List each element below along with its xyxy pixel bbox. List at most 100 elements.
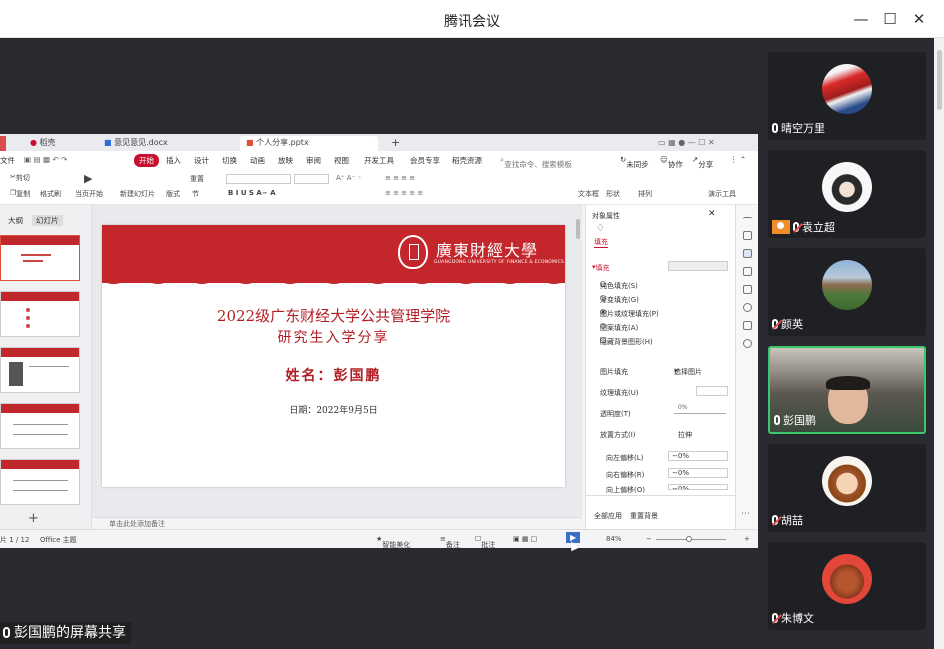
menu-animation[interactable]: 动画: [250, 155, 265, 166]
tab-fill[interactable]: 填充: [594, 237, 608, 248]
notes-placeholder[interactable]: 单击此处添加备注: [92, 517, 582, 529]
font-grow-icons[interactable]: A⁺ A⁻ ◦: [336, 174, 362, 182]
notes-toggle-label: 备注: [445, 541, 460, 548]
command-search[interactable]: ⌕ 查找命令、搜索模板: [500, 155, 572, 169]
picture-fill-select[interactable]: 选择图片 ▾: [674, 367, 702, 376]
reset-background-button[interactable]: 重置背景: [630, 511, 658, 521]
font-size-select[interactable]: [294, 174, 329, 184]
view-mode-icons[interactable]: ▣ ▦ □: [513, 535, 537, 543]
offset-right-stepper[interactable]: − 0%: [668, 468, 728, 478]
texture-select[interactable]: [696, 386, 728, 396]
align-icons[interactable]: ≡ ≡ ≡ ≡ ≡: [385, 189, 423, 197]
transparency-slider[interactable]: [674, 413, 726, 414]
more-icon[interactable]: ⋯: [741, 509, 750, 519]
menu-file[interactable]: 文件: [0, 155, 15, 166]
add-slide-icon[interactable]: +: [28, 511, 39, 526]
zoom-level: 84%: [606, 535, 622, 543]
menu-review[interactable]: 审阅: [306, 155, 321, 166]
menu-view[interactable]: 视图: [334, 155, 349, 166]
properties-icon[interactable]: [743, 249, 752, 258]
collab-button[interactable]: ☺ 协作: [660, 155, 683, 169]
offset-left-stepper[interactable]: − 0%: [668, 451, 728, 461]
participant-scrollbar[interactable]: [934, 38, 944, 649]
offset-left-value: 0%: [677, 452, 689, 460]
animation-icon[interactable]: [743, 267, 752, 276]
cut-button[interactable]: ✂ 剪切: [10, 173, 30, 182]
share-button[interactable]: ↗ 分享: [692, 155, 713, 169]
current-slide[interactable]: 廣東財經大學 GUANGDONG UNIVERSITY OF FINANCE &…: [102, 225, 565, 487]
meeting-window: 腾讯会议 — ☐ ✕ ● 稻壳 ■ 意见意见.docx ■ 个人分享.pptx …: [0, 0, 944, 649]
tab-docer[interactable]: ● 稻壳: [24, 136, 62, 151]
participant-name-text: 朱博文: [781, 612, 814, 625]
university-seal-icon: [398, 235, 428, 269]
slide-thumbnail[interactable]: [0, 235, 80, 281]
maximize-icon[interactable]: ☐: [879, 8, 901, 30]
copy-label: 复制: [16, 190, 31, 198]
slide-thumbnail[interactable]: [0, 347, 80, 393]
pane-close-icon[interactable]: ✕: [708, 209, 716, 219]
pane-menu-icon[interactable]: [743, 217, 752, 226]
transition-icon[interactable]: [743, 285, 752, 294]
offset-up-stepper[interactable]: − 0%: [668, 484, 728, 490]
backup-icon[interactable]: [743, 321, 752, 330]
participant-card[interactable]: 袁立超: [768, 150, 926, 238]
help-icon[interactable]: [743, 303, 752, 312]
picture-fill-label: 图片填充: [600, 368, 628, 376]
menu-start[interactable]: 开始: [134, 154, 159, 167]
menu-transition[interactable]: 切换: [222, 155, 237, 166]
tab-label: 个人分享.pptx: [256, 138, 309, 147]
unsynced-button[interactable]: ↻ 未同步: [620, 155, 649, 169]
offset-up-value: 0%: [677, 485, 689, 490]
participant-card-active[interactable]: 彭国鹏: [768, 346, 926, 434]
fill-bucket-icon[interactable]: ♢: [596, 223, 605, 234]
menu-docer-resources[interactable]: 稻壳资源: [452, 155, 482, 166]
tab-doc[interactable]: ■ 意见意见.docx: [98, 136, 174, 151]
tab-outline[interactable]: 大纲: [8, 215, 23, 226]
scrollbar-thumb[interactable]: [937, 50, 942, 110]
menu-design[interactable]: 设计: [194, 155, 209, 166]
fill-color-select[interactable]: [668, 261, 728, 271]
participant-name: 胡喆: [772, 514, 803, 528]
format-painter-label: 格式刷: [40, 190, 61, 198]
notes-toggle-button[interactable]: ≡ 备注: [440, 535, 460, 548]
menu-dev-tools[interactable]: 开发工具: [364, 155, 394, 166]
slide-thumbnail[interactable]: [0, 403, 80, 449]
host-icon: [772, 220, 790, 234]
avatar: [822, 554, 872, 604]
participant-card[interactable]: 胡喆: [768, 444, 926, 532]
object-properties-pane: 对象属性 ✕ ♢ 填充 ▾ 填充 纯色填充(S) 渐变填充(G) 图片或纹理填充…: [585, 205, 736, 529]
participant-card[interactable]: 朱博文: [768, 542, 926, 630]
apply-all-button[interactable]: 全部应用: [594, 511, 622, 521]
paragraph-icons[interactable]: ≡ ≡ ≡ ≡: [385, 174, 415, 182]
copy-button[interactable]: ❐ 复制: [10, 189, 30, 198]
text-format-icons[interactable]: B I U S A− A: [228, 189, 276, 197]
more-icons[interactable]: ⋮ ⌃: [730, 155, 746, 164]
slide-thumbnail[interactable]: [0, 291, 80, 337]
participant-name: 颜英: [772, 318, 803, 332]
shared-wps-window: ● 稻壳 ■ 意见意见.docx ■ 个人分享.pptx + ▭ ▦ ● — ☐…: [0, 134, 758, 548]
participant-card[interactable]: 晴空万里: [768, 52, 926, 140]
zoom-slider-handle[interactable]: [686, 536, 692, 542]
participant-card[interactable]: 颜英: [768, 248, 926, 336]
close-icon[interactable]: ✕: [908, 8, 930, 30]
tab-slides[interactable]: 幻灯片: [32, 215, 63, 226]
vertical-scrollbar[interactable]: [576, 219, 580, 239]
smart-beautify-button[interactable]: ★ 智能美化: [376, 535, 410, 548]
shape-label: 形状: [606, 190, 620, 198]
menu-insert[interactable]: 插入: [166, 155, 181, 166]
settings-icon[interactable]: [743, 339, 752, 348]
style-icon[interactable]: [743, 231, 752, 240]
fill-section-header[interactable]: ▾ 填充: [592, 263, 610, 272]
menu-member[interactable]: 会员专享: [410, 155, 440, 166]
slide-thumbnail[interactable]: [0, 459, 80, 505]
new-tab-icon[interactable]: +: [385, 136, 406, 151]
tab-pptx[interactable]: ■ 个人分享.pptx: [240, 136, 378, 151]
font-name-select[interactable]: [226, 174, 291, 184]
annotate-button[interactable]: ☐ 批注: [475, 535, 495, 548]
minimize-icon[interactable]: —: [850, 8, 872, 30]
zoom-in-icon[interactable]: +: [744, 535, 750, 543]
tab-home-edge[interactable]: [0, 136, 6, 151]
mic-muted-icon: [772, 515, 778, 525]
menu-slideshow[interactable]: 放映: [278, 155, 293, 166]
zoom-out-icon[interactable]: −: [646, 535, 652, 543]
